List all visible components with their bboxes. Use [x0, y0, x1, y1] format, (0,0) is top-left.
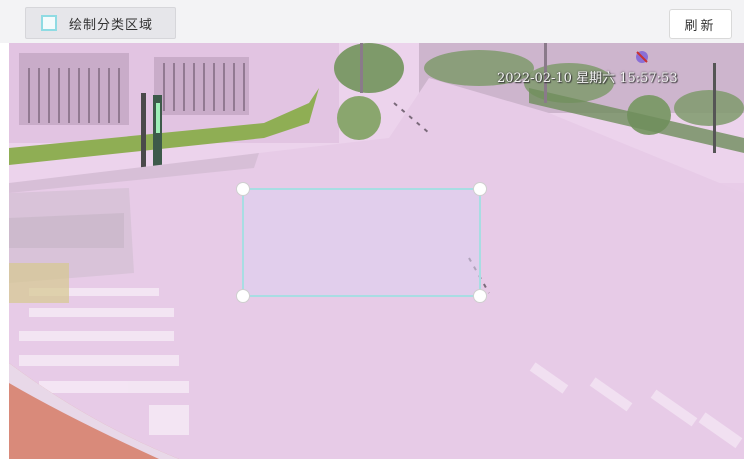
classification-area-rectangle[interactable] — [236, 182, 487, 303]
toolbar: 绘制分类区域 刷新 — [0, 0, 744, 43]
video-timestamp: 2022-02-10 星期六 15:57:53 — [497, 71, 678, 86]
square-outline-icon — [41, 15, 57, 31]
resize-handle-bottom-left[interactable] — [236, 289, 250, 303]
camera-view[interactable]: 2022-02-10 星期六 15:57:53 — [9, 43, 744, 459]
draw-area-label: 绘制分类区域 — [69, 17, 154, 33]
resize-handle-top-right[interactable] — [473, 182, 487, 196]
refresh-button[interactable]: 刷新 — [669, 9, 732, 39]
draw-classification-area-button[interactable]: 绘制分类区域 — [25, 7, 176, 39]
resize-handle-top-left[interactable] — [236, 182, 250, 196]
resize-handle-bottom-right[interactable] — [473, 289, 487, 303]
